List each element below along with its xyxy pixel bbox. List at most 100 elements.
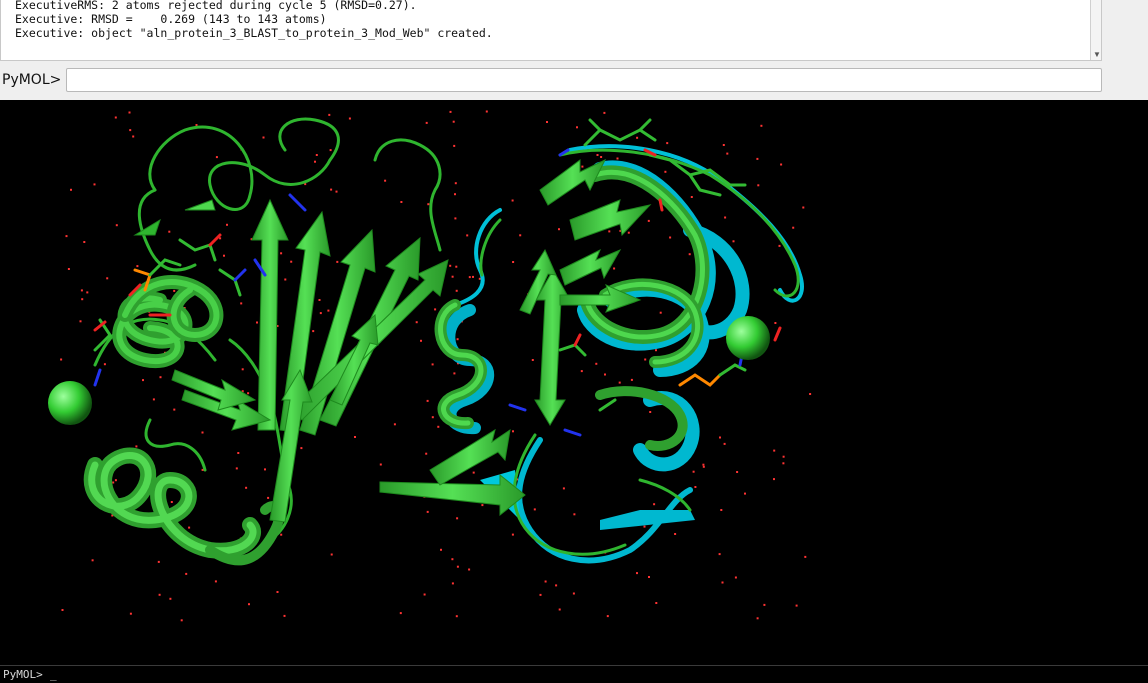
water-dot [425, 121, 428, 124]
water-dot [481, 504, 484, 507]
command-input[interactable] [66, 68, 1102, 92]
water-dot [604, 373, 606, 376]
water-dot [152, 398, 155, 401]
water-dot [802, 206, 805, 209]
water-dot [455, 265, 458, 268]
water-dot [267, 496, 270, 499]
water-dot [512, 430, 514, 433]
water-dot [264, 468, 266, 471]
water-dot [692, 470, 695, 473]
water-dot [643, 525, 646, 528]
water-dot [336, 260, 339, 263]
water-dot [792, 226, 795, 229]
water-dot [135, 445, 138, 448]
water-dot [732, 240, 735, 243]
water-dot [170, 501, 173, 503]
water-dot [760, 124, 763, 127]
water-dot [65, 235, 68, 238]
water-dot [431, 363, 434, 366]
water-dot [782, 462, 785, 465]
water-dot [180, 619, 183, 622]
water-dot [415, 321, 418, 324]
water-dot [454, 217, 457, 220]
water-dot [319, 312, 322, 315]
water-dot [81, 298, 84, 301]
water-dot [466, 234, 469, 237]
water-dot [719, 436, 721, 439]
water-dot [773, 449, 776, 452]
water-dot [67, 268, 70, 270]
water-dot [627, 231, 630, 234]
water-dot [804, 555, 807, 558]
water-dot [455, 615, 458, 618]
molecule-viewport[interactable] [0, 100, 1148, 665]
water-dot [434, 308, 437, 311]
water-dot [659, 311, 662, 314]
water-dot [485, 110, 488, 113]
water-dot [60, 358, 63, 361]
water-dot [724, 216, 727, 219]
water-dot [454, 182, 457, 185]
water-dot [112, 481, 115, 484]
water-dot [256, 321, 258, 324]
water-dot [572, 592, 575, 595]
water-dot [702, 465, 705, 468]
water-dot [399, 612, 402, 615]
water-dot [384, 179, 387, 182]
water-dot [79, 320, 82, 323]
water-dot [608, 230, 611, 233]
water-dot [718, 553, 721, 556]
water-dot [644, 358, 647, 361]
internal-command-line[interactable]: PyMOL> _ [0, 665, 1148, 683]
water-dot [780, 163, 783, 166]
water-dot [318, 299, 321, 301]
water-dot [328, 113, 331, 116]
water-dot [280, 252, 283, 255]
water-dot [664, 170, 667, 173]
water-dot [468, 568, 471, 571]
water-dot [426, 510, 429, 513]
water-dot [437, 425, 440, 428]
water-dot [773, 478, 775, 481]
water-dot [451, 275, 454, 278]
text-cursor: _ [50, 668, 57, 681]
molecule-render [48, 110, 812, 622]
water-dot [276, 591, 279, 593]
water-dot [613, 267, 616, 270]
water-dot [580, 370, 583, 373]
water-dot [734, 576, 737, 579]
water-dot [722, 144, 725, 146]
water-dot [778, 244, 781, 247]
water-dot [241, 368, 244, 371]
water-dot [348, 117, 351, 120]
water-dot [129, 129, 132, 132]
water-dot [247, 392, 250, 395]
water-dot [240, 302, 243, 305]
log-line: ExecutiveRMS: 2 atoms rejected during cy… [15, 0, 417, 12]
output-scrollbar[interactable]: ▼ [1090, 0, 1101, 60]
scroll-down-icon[interactable]: ▼ [1091, 48, 1101, 60]
water-dot [159, 376, 162, 379]
water-dot [616, 157, 619, 160]
water-dot [649, 411, 652, 413]
water-dot [284, 278, 287, 281]
water-dot [702, 463, 705, 466]
log-line: Executive: object "aln_protein_3_BLAST_t… [15, 26, 493, 40]
water-dot [674, 533, 677, 535]
water-dot [290, 260, 293, 263]
water-dot [91, 559, 94, 562]
water-dot [531, 359, 534, 361]
water-dot [431, 416, 434, 419]
water-dot [314, 160, 316, 163]
water-dot [453, 372, 456, 375]
water-dot [690, 196, 693, 198]
water-dot [512, 261, 515, 263]
water-dot [453, 144, 456, 147]
water-dot [245, 486, 248, 489]
water-dot [93, 183, 96, 186]
water-dot [237, 452, 240, 454]
water-dot [736, 471, 739, 473]
water-dot [774, 322, 777, 324]
water-dot [618, 381, 621, 384]
water-dot [647, 219, 650, 222]
